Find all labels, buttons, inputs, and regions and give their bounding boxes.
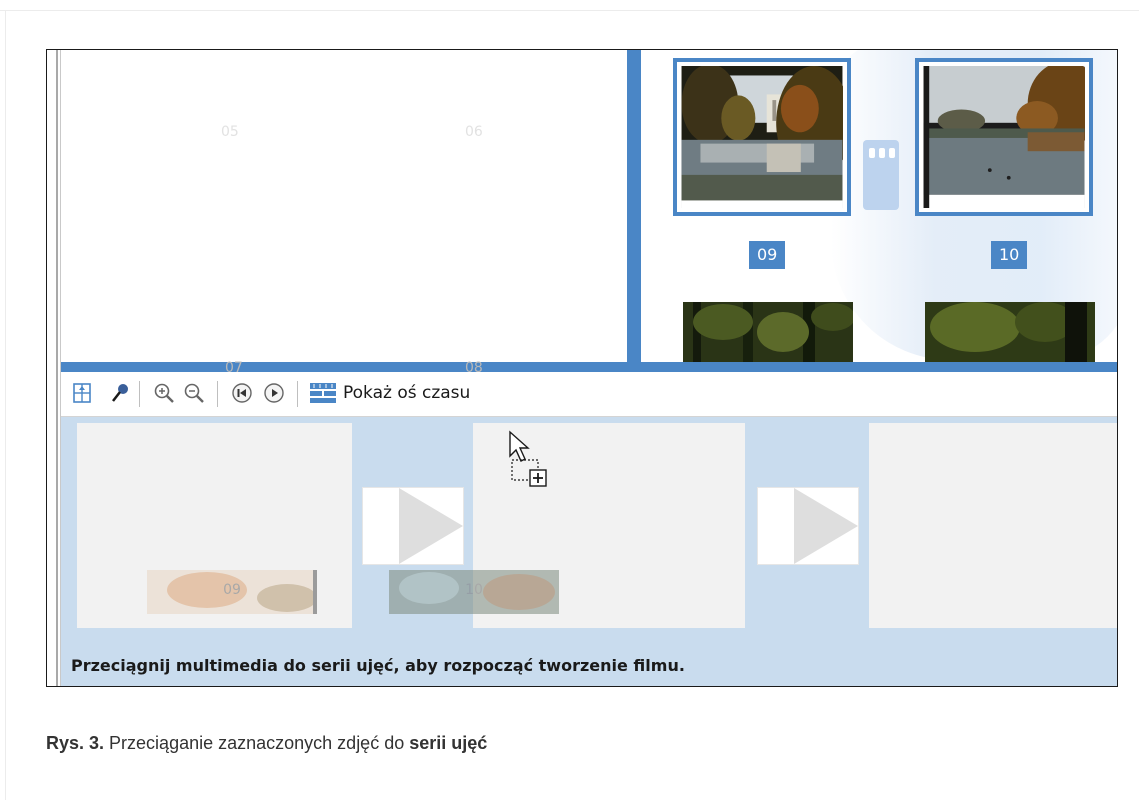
thumbnail-12[interactable] xyxy=(925,302,1095,362)
photo-forest xyxy=(925,302,1095,362)
transition-arrow-icon xyxy=(399,488,463,564)
storyboard[interactable]: 09 10 xyxy=(61,417,1117,651)
show-timeline-label: Pokaż oś czasu xyxy=(343,383,471,403)
timeline-icon xyxy=(310,383,336,403)
thumbnails-pane[interactable]: 09 10 xyxy=(641,50,1117,362)
storyboard-transition-slot[interactable] xyxy=(757,487,859,565)
thumbnail-10[interactable] xyxy=(915,58,1093,216)
ghost-number: 05 xyxy=(221,124,239,140)
figure-caption-bold: serii ujęć xyxy=(409,733,488,753)
toolbar-separator xyxy=(297,381,298,407)
toolbar-separator xyxy=(217,381,218,407)
photo-lake xyxy=(923,66,1085,208)
thumbnail-09[interactable] xyxy=(673,58,851,216)
figure-caption: Rys. 3. Przeciąganie zaznaczonych zdjęć … xyxy=(46,733,487,754)
left-rail xyxy=(47,50,62,686)
show-timeline-button[interactable]: Pokaż oś czasu xyxy=(309,372,539,416)
photo-forest xyxy=(683,302,853,362)
horizontal-splitter[interactable] xyxy=(61,362,1117,372)
vertical-splitter[interactable] xyxy=(627,50,641,362)
thumbnail-10-label: 10 xyxy=(991,241,1028,269)
thumbnail-11[interactable] xyxy=(683,302,853,362)
ghost-number: 07 xyxy=(225,360,243,376)
page: 05 06 09 10 07 08 Pokaż oś czasu 09 10 P… xyxy=(0,0,1139,800)
zoom-out-icon[interactable] xyxy=(183,382,205,404)
storyboard-narration-icon[interactable] xyxy=(71,382,93,404)
figure-caption-prefix: Rys. 3. xyxy=(46,733,105,753)
toolbar-separator xyxy=(139,381,140,407)
storyboard-transition-slot[interactable] xyxy=(362,487,464,565)
thumbnail-09-label: 09 xyxy=(749,241,786,269)
drag-ghost-label: 09 xyxy=(223,582,241,598)
photo-palace-lake xyxy=(681,66,843,208)
screenshot-frame: 05 06 09 10 07 08 Pokaż oś czasu 09 10 P… xyxy=(46,49,1118,687)
page-edge-top xyxy=(0,10,1139,11)
ghost-number: 06 xyxy=(465,124,483,140)
play-icon[interactable] xyxy=(263,382,285,404)
rewind-icon[interactable] xyxy=(231,382,253,404)
library-pane[interactable]: 05 06 xyxy=(61,50,627,362)
drag-ghost-10: 10 xyxy=(389,570,559,614)
storyboard-status-text: Przeciągnij multimedia do serii ujęć, ab… xyxy=(61,651,1117,686)
drag-ghost-09: 09 xyxy=(147,570,317,614)
storyboard-toolbar: 07 08 Pokaż oś czasu xyxy=(61,360,1117,417)
left-rail-line xyxy=(56,50,58,686)
drag-copy-cursor-icon xyxy=(509,430,547,487)
audio-levels-icon[interactable] xyxy=(109,382,131,404)
drag-ghost-label: 10 xyxy=(465,582,483,598)
storyboard-cell[interactable] xyxy=(869,423,1117,628)
page-edge-left xyxy=(5,10,6,800)
zoom-in-icon[interactable] xyxy=(153,382,175,404)
transition-arrow-icon xyxy=(794,488,858,564)
film-strip-decoration xyxy=(863,140,899,210)
figure-caption-text: Przeciąganie zaznaczonych zdjęć do xyxy=(104,733,410,753)
